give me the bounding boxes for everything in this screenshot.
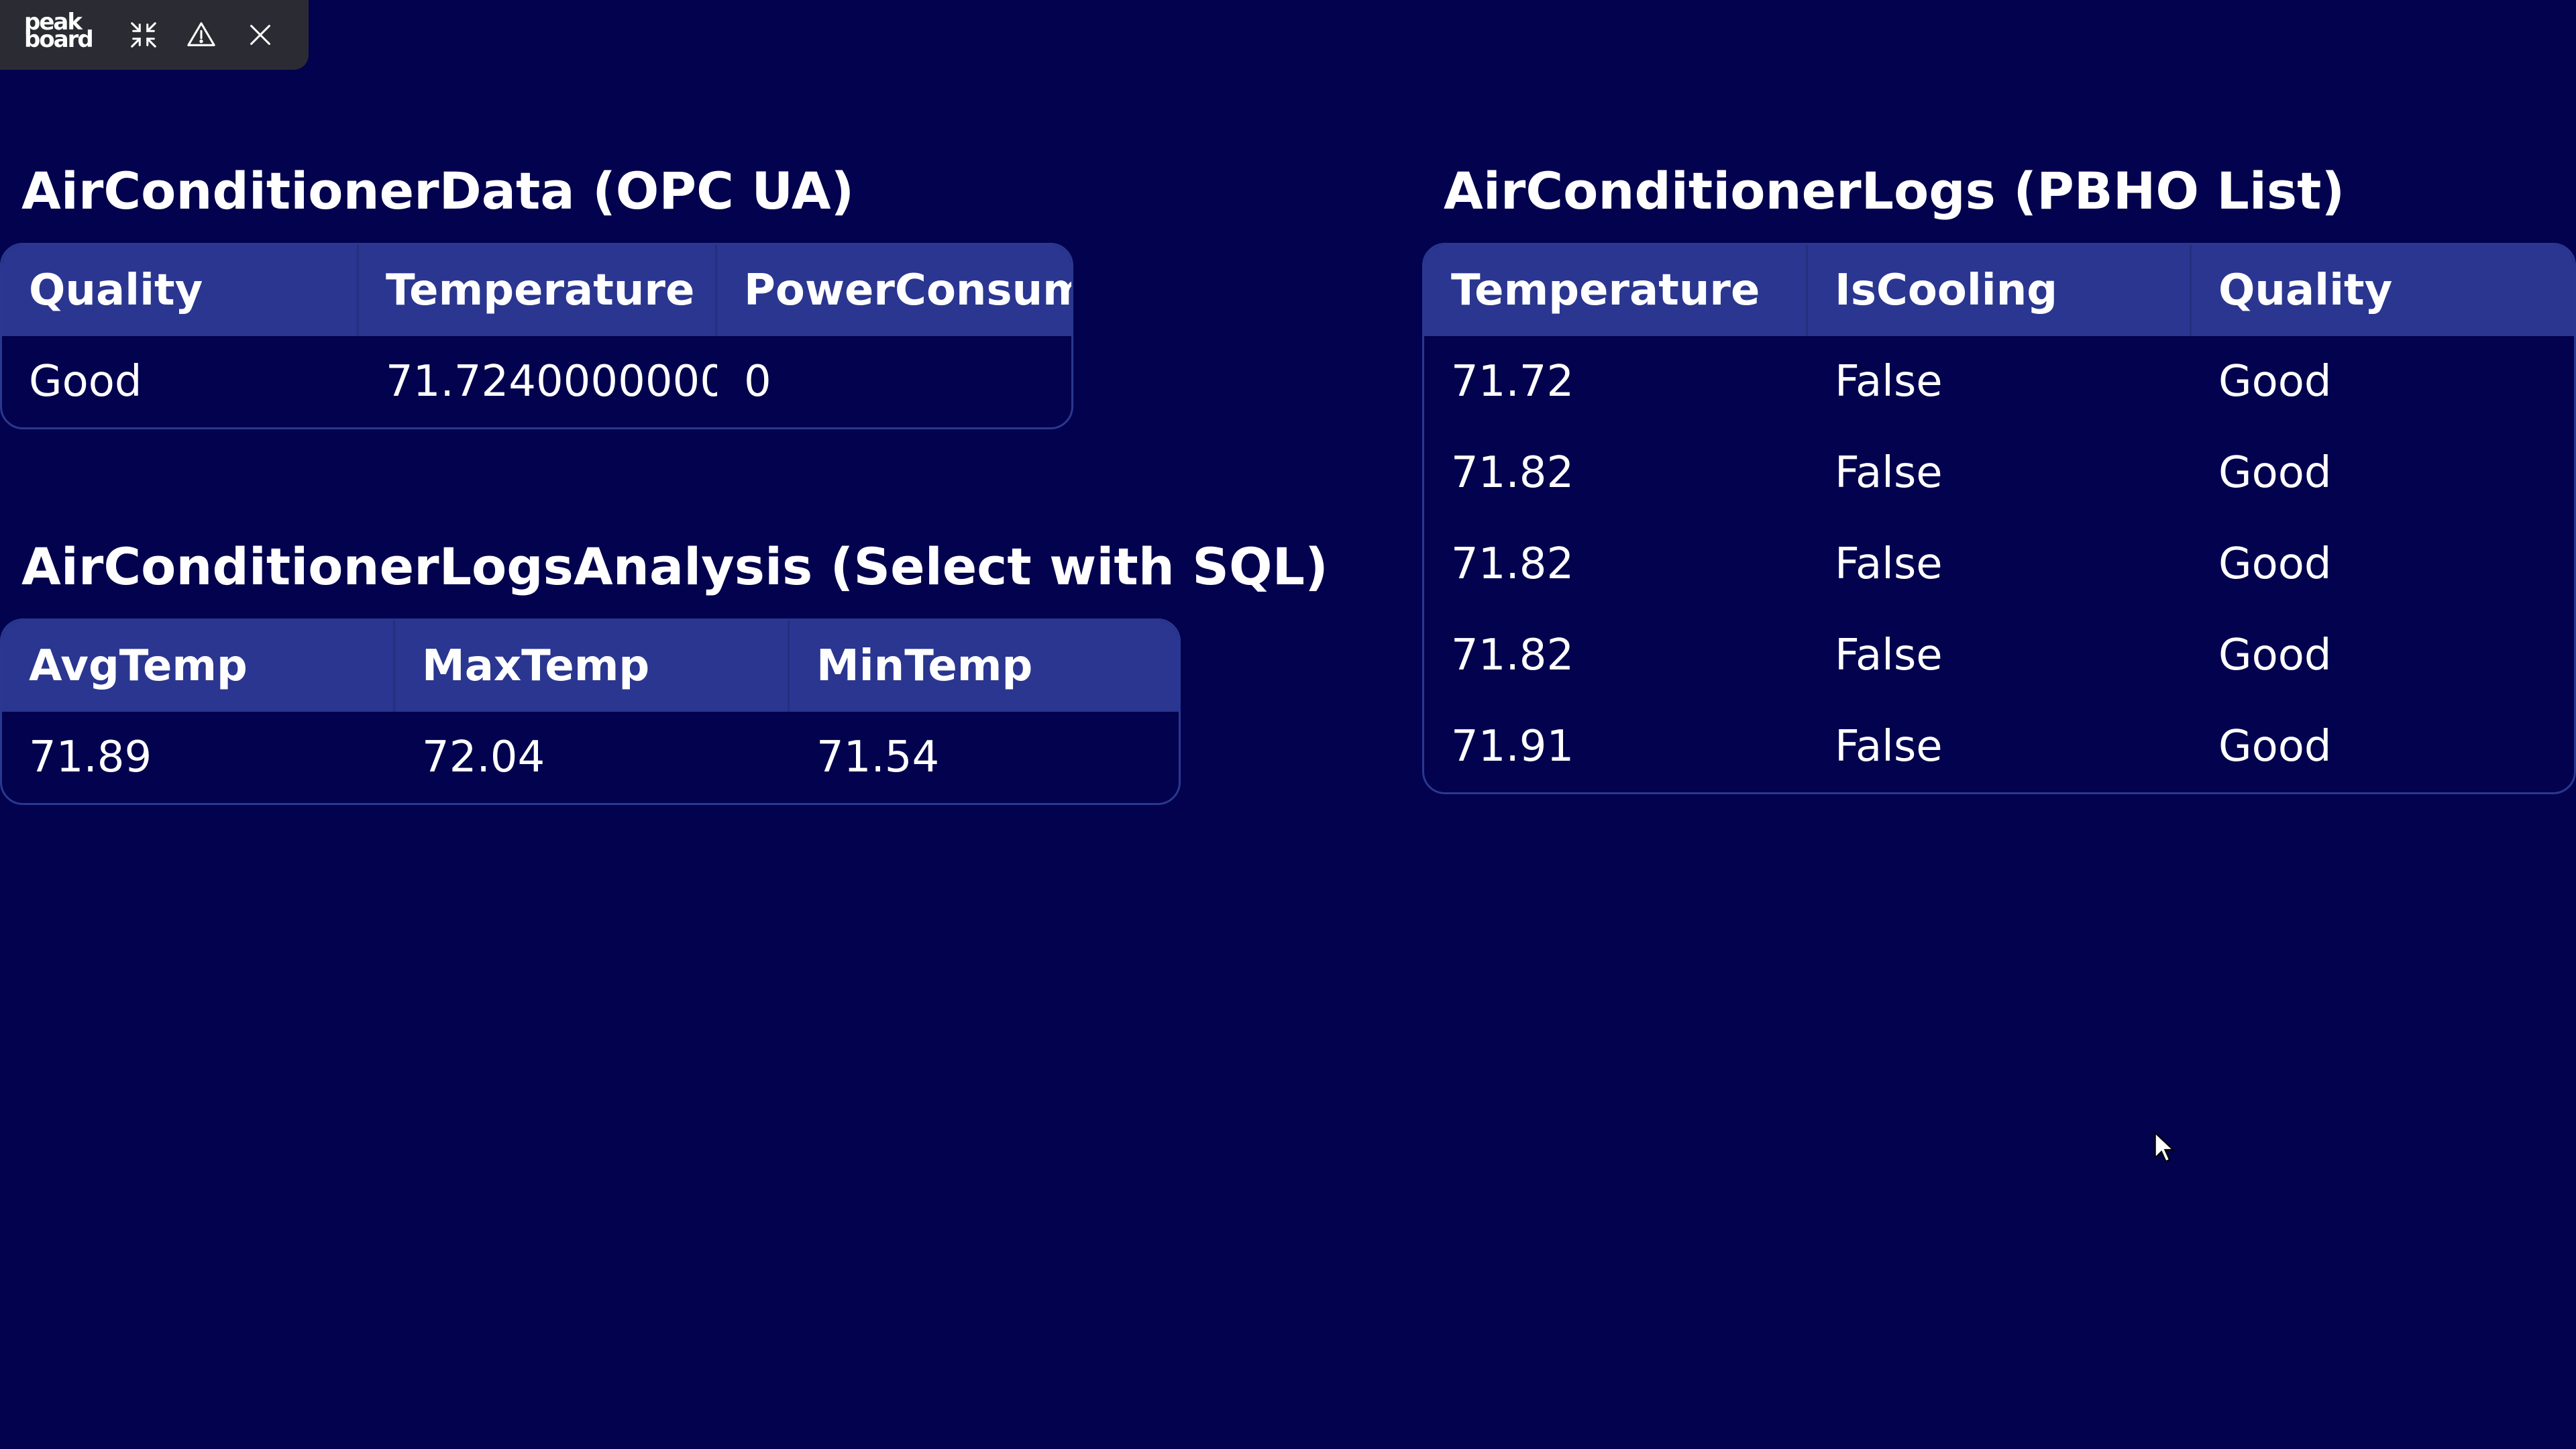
table-row: 71.82 False Good <box>1424 519 2574 610</box>
table-cell: 72.04 <box>422 733 545 782</box>
table-cell: Good <box>2218 448 2332 498</box>
table-cell: False <box>1835 631 1943 680</box>
column-header[interactable]: MaxTemp <box>395 621 790 712</box>
close-icon[interactable] <box>243 17 278 52</box>
table-cell: Good <box>2218 631 2332 680</box>
warning-icon[interactable] <box>184 17 219 52</box>
table-header: Temperature IsCooling Quality <box>1424 245 2574 336</box>
table-header: AvgTemp MaxTemp MinTemp <box>2 621 1179 712</box>
column-header[interactable]: Quality <box>2 245 359 336</box>
table-row: 71.89 72.04 71.54 <box>2 712 1179 803</box>
table-cell: Good <box>29 357 142 407</box>
column-header[interactable]: MinTemp <box>790 621 1179 712</box>
table-cell: 71.82 <box>1451 539 1574 589</box>
table-header: Quality Temperature PowerConsump <box>2 245 1071 336</box>
air-conditioner-logs-table: Temperature IsCooling Quality 71.72 Fals… <box>1422 243 2576 794</box>
table-cell: 0 <box>744 357 771 407</box>
table1-title: AirConditionerData (OPC UA) <box>21 161 855 221</box>
peakboard-logo: peak board <box>24 11 94 53</box>
table-cell: False <box>1835 539 1943 589</box>
table-cell: 71.91 <box>1451 722 1574 771</box>
air-conditioner-data-table: Quality Temperature PowerConsump Good 71… <box>0 243 1073 429</box>
table-cell: Good <box>2218 722 2332 771</box>
table-cell: 71.54 <box>816 733 940 782</box>
column-header[interactable]: PowerConsump <box>717 245 1071 336</box>
table-cell: 71.82 <box>1451 631 1574 680</box>
table-row: 71.72 False Good <box>1424 336 2574 427</box>
column-header[interactable]: Temperature <box>359 245 717 336</box>
table-row: 71.82 False Good <box>1424 610 2574 701</box>
air-conditioner-logs-analysis-table: AvgTemp MaxTemp MinTemp 71.89 72.04 71.5… <box>0 619 1181 805</box>
table-cell: False <box>1835 357 1943 407</box>
table-row: 71.91 False Good <box>1424 701 2574 792</box>
mouse-cursor-icon <box>2154 1131 2175 1163</box>
table-cell: Good <box>2218 357 2332 407</box>
table-cell: False <box>1835 722 1943 771</box>
table-cell: False <box>1835 448 1943 498</box>
table-cell: Good <box>2218 539 2332 589</box>
app-toolbar: peak board <box>0 0 309 70</box>
table3-title: AirConditionerLogs (PBHO List) <box>1444 161 2345 221</box>
table-cell: 71.72 <box>1451 357 1574 407</box>
table-cell: 71.89 <box>29 733 152 782</box>
logo-line-2: board <box>24 26 94 53</box>
table-row: Good 71.72400000000 0 <box>2 336 1071 427</box>
column-header[interactable]: Quality <box>2192 245 2574 336</box>
column-header[interactable]: AvgTemp <box>2 621 395 712</box>
table2-title: AirConditionerLogsAnalysis (Select with … <box>21 537 1328 596</box>
column-header[interactable]: Temperature <box>1424 245 1808 336</box>
collapse-icon[interactable] <box>126 17 161 52</box>
table-cell: 71.72400000000 <box>386 357 717 407</box>
column-header[interactable]: IsCooling <box>1808 245 2192 336</box>
table-cell: 71.82 <box>1451 448 1574 498</box>
table-row: 71.82 False Good <box>1424 427 2574 519</box>
